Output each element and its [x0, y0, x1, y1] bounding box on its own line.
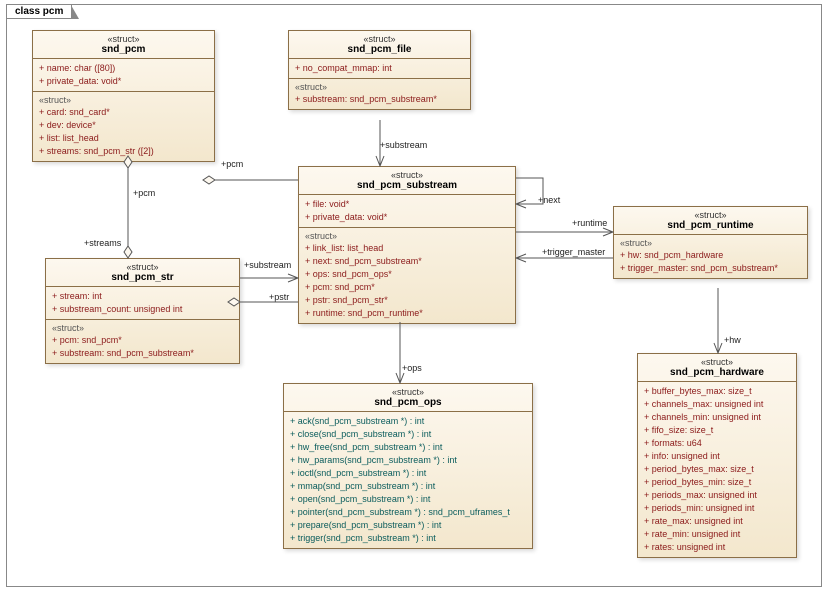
- class-snd-pcm-ops: «struct» snd_pcm_ops + ack(snd_pcm_subst…: [283, 383, 533, 549]
- rel-label-trigger-master: +trigger_master: [542, 247, 605, 257]
- attr: + private_data: void*: [39, 75, 208, 88]
- attr: + hw: snd_pcm_hardware: [620, 249, 801, 262]
- section-label: «struct»: [39, 95, 208, 105]
- attr: + buffer_bytes_max: size_t: [644, 385, 790, 398]
- op: + hw_params(snd_pcm_substream *) : int: [290, 454, 526, 467]
- attr: + info: unsigned int: [644, 450, 790, 463]
- class-name: snd_pcm: [39, 44, 208, 55]
- class-name: snd_pcm_str: [52, 272, 233, 283]
- attr: + channels_max: unsigned int: [644, 398, 790, 411]
- attr: + fifo_size: size_t: [644, 424, 790, 437]
- op: + ack(snd_pcm_substream *) : int: [290, 415, 526, 428]
- attr: + runtime: snd_pcm_runtime*: [305, 307, 509, 320]
- attr: + dev: device*: [39, 119, 208, 132]
- attr: + pcm: snd_pcm*: [305, 281, 509, 294]
- class-name: snd_pcm_hardware: [644, 367, 790, 378]
- stereotype: «struct»: [52, 262, 233, 272]
- attr: + ops: snd_pcm_ops*: [305, 268, 509, 281]
- attr: + stream: int: [52, 290, 233, 303]
- attr: + period_bytes_max: size_t: [644, 463, 790, 476]
- attr: + next: snd_pcm_substream*: [305, 255, 509, 268]
- attr: + trigger_master: snd_pcm_substream*: [620, 262, 801, 275]
- attr: + periods_max: unsigned int: [644, 489, 790, 502]
- section-label: «struct»: [305, 231, 509, 241]
- stereotype: «struct»: [290, 387, 526, 397]
- attr: + rates: unsigned int: [644, 541, 790, 554]
- attr: + periods_min: unsigned int: [644, 502, 790, 515]
- rel-label-pcm: +pcm: [221, 159, 243, 169]
- attr: + pstr: snd_pcm_str*: [305, 294, 509, 307]
- op: + close(snd_pcm_substream *) : int: [290, 428, 526, 441]
- rel-label-substream: +substream: [380, 140, 427, 150]
- rel-label-runtime: +runtime: [572, 218, 607, 228]
- rel-label-next: +next: [538, 195, 560, 205]
- rel-label-pcm: +pcm: [133, 188, 155, 198]
- op: + open(snd_pcm_substream *) : int: [290, 493, 526, 506]
- op: + pointer(snd_pcm_substream *) : snd_pcm…: [290, 506, 526, 519]
- attr: + substream: snd_pcm_substream*: [295, 93, 464, 106]
- attr: + list: list_head: [39, 132, 208, 145]
- attr: + substream: snd_pcm_substream*: [52, 347, 233, 360]
- stereotype: «struct»: [305, 170, 509, 180]
- attr: + period_bytes_min: size_t: [644, 476, 790, 489]
- class-snd-pcm-substream: «struct» snd_pcm_substream + file: void*…: [298, 166, 516, 324]
- section-label: «struct»: [620, 238, 801, 248]
- section-label: «struct»: [295, 82, 464, 92]
- op: + mmap(snd_pcm_substream *) : int: [290, 480, 526, 493]
- rel-label-substream: +substream: [244, 260, 291, 270]
- stereotype: «struct»: [39, 34, 208, 44]
- class-snd-pcm-str: «struct» snd_pcm_str + stream: int + sub…: [45, 258, 240, 364]
- attr: + channels_min: unsigned int: [644, 411, 790, 424]
- rel-label-ops: +ops: [402, 363, 422, 373]
- attr: + substream_count: unsigned int: [52, 303, 233, 316]
- attr: + streams: snd_pcm_str ([2]): [39, 145, 208, 158]
- stereotype: «struct»: [295, 34, 464, 44]
- op: + prepare(snd_pcm_substream *) : int: [290, 519, 526, 532]
- class-snd-pcm: «struct» snd_pcm + name: char ([80]) + p…: [32, 30, 215, 162]
- op: + trigger(snd_pcm_substream *) : int: [290, 532, 526, 545]
- op: + ioctl(snd_pcm_substream *) : int: [290, 467, 526, 480]
- class-name: snd_pcm_file: [295, 44, 464, 55]
- class-name: snd_pcm_ops: [290, 397, 526, 408]
- attr: + pcm: snd_pcm*: [52, 334, 233, 347]
- frame-title: class pcm: [6, 4, 72, 19]
- attr: + name: char ([80]): [39, 62, 208, 75]
- rel-label-streams: +streams: [84, 238, 121, 248]
- class-name: snd_pcm_substream: [305, 180, 509, 191]
- class-snd-pcm-hardware: «struct» snd_pcm_hardware + buffer_bytes…: [637, 353, 797, 558]
- rel-label-hw: +hw: [724, 335, 741, 345]
- attr: + rate_min: unsigned int: [644, 528, 790, 541]
- stereotype: «struct»: [620, 210, 801, 220]
- op: + hw_free(snd_pcm_substream *) : int: [290, 441, 526, 454]
- class-name: snd_pcm_runtime: [620, 220, 801, 231]
- rel-label-pstr: +pstr: [269, 292, 289, 302]
- section-label: «struct»: [52, 323, 233, 333]
- class-snd-pcm-file: «struct» snd_pcm_file + no_compat_mmap: …: [288, 30, 471, 110]
- attr: + link_list: list_head: [305, 242, 509, 255]
- stereotype: «struct»: [644, 357, 790, 367]
- class-snd-pcm-runtime: «struct» snd_pcm_runtime «struct» + hw: …: [613, 206, 808, 279]
- attr: + formats: u64: [644, 437, 790, 450]
- attr: + private_data: void*: [305, 211, 509, 224]
- attr: + rate_max: unsigned int: [644, 515, 790, 528]
- attr: + card: snd_card*: [39, 106, 208, 119]
- attr: + no_compat_mmap: int: [295, 62, 464, 75]
- attr: + file: void*: [305, 198, 509, 211]
